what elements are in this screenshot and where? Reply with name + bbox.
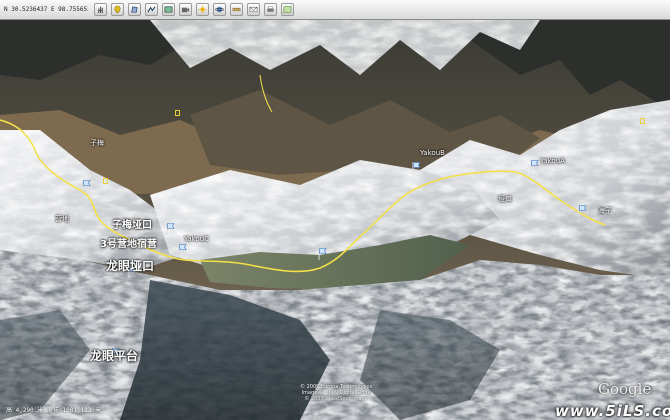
flag-icon[interactable]: [318, 248, 327, 260]
overlay-icon: [164, 6, 173, 13]
ruler-icon: [232, 7, 241, 12]
label-yakou-b: YakouB: [420, 149, 445, 157]
sun-icon: [198, 5, 207, 14]
toolbar: N 30.5236437 E 98.7556532: [0, 0, 670, 20]
record-tour-button[interactable]: [179, 3, 192, 16]
flag-icon[interactable]: [412, 162, 421, 174]
coordinates-readout: N 30.5236437 E 98.7556532: [4, 6, 88, 13]
overlay-button[interactable]: [162, 3, 175, 16]
hand-button[interactable]: [94, 3, 107, 16]
email-icon: [249, 6, 258, 13]
label-yakou-a: YakouA: [540, 157, 565, 165]
label-camp-3: 3号营地宿营: [100, 239, 157, 250]
flag-icon[interactable]: [578, 205, 587, 217]
earth-3d-view[interactable]: 龙眼垭口 龙眼平台 YakouC YakouB YakouA 3号营地宿营 子梅…: [0, 20, 670, 420]
planet-button[interactable]: [213, 3, 226, 16]
flag-icon[interactable]: [82, 180, 91, 192]
path-icon: [147, 6, 156, 13]
polygon-icon: [131, 6, 138, 13]
print-button[interactable]: [264, 3, 277, 16]
label-longyan-yakou: 龙眼垭口: [106, 259, 155, 273]
placemark-icon: [114, 5, 121, 14]
flag-icon[interactable]: [178, 244, 187, 256]
placemark-button[interactable]: [111, 3, 124, 16]
label-zi-yakou: 子梅垭口: [112, 220, 152, 231]
hand-icon: [98, 6, 103, 14]
credits-text: © 2009 Europa Technologies Image © 2009 …: [300, 384, 373, 402]
path-button[interactable]: [145, 3, 158, 16]
label-small-1: 子梅: [90, 139, 104, 147]
label-longyan-pingtai: 龙眼平台: [90, 349, 139, 363]
polygon-button[interactable]: [128, 3, 141, 16]
label-yakou-c: YakouC: [184, 235, 210, 243]
placemark-icon[interactable]: [640, 118, 645, 124]
label-small-4: 海子: [598, 207, 612, 215]
print-icon: [267, 6, 274, 12]
google-earth-window: N 30.5236437 E 98.7556532 龙眼垭口 龙眼平台 Yako…: [0, 0, 670, 420]
flag-icon[interactable]: [530, 160, 539, 172]
imagery-credits: © 2009 Europa Technologies Image © 2009 …: [300, 384, 372, 402]
maps-icon: [283, 5, 292, 14]
label-small-2: 营地: [55, 215, 69, 223]
maps-button[interactable]: [281, 3, 294, 16]
sun-button[interactable]: [196, 3, 209, 16]
label-small-3: 垭口: [498, 195, 512, 203]
flag-icon[interactable]: [166, 223, 175, 235]
site-watermark: www.5iLS.com: [555, 402, 670, 420]
placemark-icon[interactable]: [175, 110, 180, 116]
toolbar-buttons: [94, 3, 294, 16]
google-logo: Google: [598, 380, 652, 398]
record-tour-icon: [181, 7, 190, 13]
planet-icon: [215, 6, 224, 13]
ruler-button[interactable]: [230, 3, 243, 16]
email-button[interactable]: [247, 3, 260, 16]
placemark-icon[interactable]: [103, 178, 108, 184]
altitude-readout: 高 4,290 米 海拔 1001,123 米: [6, 407, 102, 414]
